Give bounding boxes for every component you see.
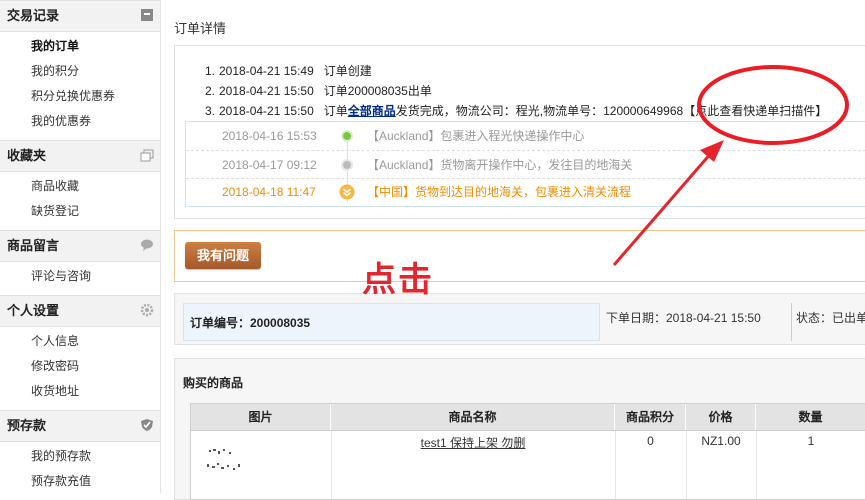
tracking-date: 2018-04-17 09:12	[222, 158, 317, 172]
product-name-cell: test1 保持上架 勿删	[331, 434, 615, 451]
current-status-chevron-icon	[339, 184, 355, 200]
question-box: 我有问题	[174, 230, 865, 282]
section-header-product-messages[interactable]: 商品留言	[0, 230, 160, 262]
order-status: 状态：已出单	[796, 311, 865, 325]
sidebar: 交易记录 我的订单 我的积分 积分兑换优惠券 我的优惠券 收藏夹 商品收藏 缺货…	[0, 0, 161, 493]
sidebar-item-change-password[interactable]: 修改密码	[0, 354, 160, 379]
table-header: 图片 商品名称 商品积分 价格 数量	[191, 404, 865, 431]
column-header-quantity: 数量	[756, 404, 865, 430]
log-item: 3. 2018-04-21 15:50 订单全部商品发货完成，物流公司：程光,物流单…	[205, 101, 827, 121]
product-thumbnail-icon	[207, 449, 240, 470]
product-quantity-cell: 1	[807, 434, 815, 448]
sidebar-item-shipping-address[interactable]: 收货地址	[0, 379, 160, 404]
sidebar-item-personal-info[interactable]: 个人信息	[0, 329, 160, 354]
tracking-text: 【中国】货物到达目的地海关，包裹进入清关流程	[367, 185, 632, 199]
log-item: 1. 2018-04-21 15:49 订单创建	[205, 61, 827, 81]
annotation-text: 点击	[362, 260, 434, 300]
log-num: 3.	[205, 104, 216, 118]
tracking-row: 2018-04-18 11:47 【中国】货物到达目的地海关，包裹进入清关流程	[186, 178, 865, 206]
tracking-text: 【Auckland】货物离开操作中心，发往目的地海关	[367, 158, 633, 172]
section-header-personal-settings[interactable]: 个人设置	[0, 295, 160, 327]
order-log: 1. 2018-04-21 15:49 订单创建 2. 2018-04-21 15:5…	[205, 61, 827, 121]
section-title: 个人设置	[7, 303, 60, 318]
order-info-box: 订单编号：200008035 下单日期：2018-04-21 15:50 状态：…	[174, 293, 865, 345]
column-header-name: 商品名称	[331, 404, 615, 430]
tracking-text: 【Auckland】包裹进入程光快递操作中心	[367, 129, 585, 143]
product-price-cell: NZ1.00	[701, 434, 741, 448]
tracking-row: 2018-04-17 09:12 【Auckland】货物离开操作中心，发往目的…	[186, 151, 865, 179]
sidebar-item-prepaid-recharge[interactable]: 预存款充值	[0, 469, 160, 494]
all-products-link[interactable]: 全部商品	[348, 104, 396, 118]
ask-question-button[interactable]: 我有问题	[185, 242, 261, 269]
order-number: 订单编号：200008035	[183, 303, 600, 341]
purchased-goods-box: 购买的商品 图片 商品名称 商品积分 价格 数量 test1 保持上架 勿删 0…	[174, 358, 865, 500]
sidebar-item-my-prepaid[interactable]: 我的预存款	[0, 444, 160, 469]
view-waybill-scan-link[interactable]: 【点此查看快递单扫描件】	[683, 104, 827, 118]
tracking-date: 2018-04-18 11:47	[222, 185, 316, 199]
tracking-row: 2018-04-16 15:53 【Auckland】包裹进入程光快递操作中心	[186, 122, 865, 150]
product-points-cell: 0	[647, 434, 654, 448]
section-header-prepaid[interactable]: 预存款	[0, 410, 160, 442]
sidebar-item-reviews[interactable]: 评论与咨询	[0, 264, 160, 289]
order-detail-box: 1. 2018-04-21 15:49 订单创建 2. 2018-04-21 15:5…	[174, 45, 865, 219]
sidebar-item-my-orders[interactable]: 我的订单	[0, 34, 160, 59]
log-item: 2. 2018-04-21 15:50 订单200008035出单	[205, 81, 827, 101]
log-text: 订单200008035出单	[323, 84, 432, 98]
sidebar-item-out-of-stock[interactable]: 缺货登记	[0, 199, 160, 224]
section-header-transactions[interactable]: 交易记录	[0, 0, 160, 32]
log-text: 发货完成，物流公司：程光,物流单号：120000649968	[395, 104, 684, 118]
folders-icon	[140, 149, 154, 162]
section-header-favorites[interactable]: 收藏夹	[0, 140, 160, 172]
column-header-points: 商品积分	[615, 404, 686, 430]
product-name-link[interactable]: test1 保持上架 勿删	[421, 436, 526, 450]
tracking-timeline: 2018-04-16 15:53 【Auckland】包裹进入程光快递操作中心 …	[185, 121, 865, 207]
section-title: 交易记录	[7, 8, 60, 23]
archive-icon	[141, 9, 153, 21]
divider	[791, 303, 792, 341]
section-title: 商品留言	[7, 238, 60, 253]
gear-icon	[140, 303, 154, 317]
sidebar-item-points-exchange[interactable]: 积分兑换优惠券	[0, 84, 160, 109]
goods-title: 购买的商品	[183, 376, 244, 390]
section-title: 收藏夹	[7, 148, 47, 163]
status-dot-icon	[341, 130, 353, 142]
log-num: 1.	[205, 64, 216, 78]
goods-table: 图片 商品名称 商品积分 价格 数量 test1 保持上架 勿删 0 NZ1.0…	[190, 403, 865, 500]
log-time: 2018-04-21 15:50	[219, 84, 314, 98]
log-time: 2018-04-21 15:50	[219, 104, 314, 118]
sidebar-item-product-favorites[interactable]: 商品收藏	[0, 174, 160, 199]
status-dot-icon	[341, 159, 353, 171]
tracking-date: 2018-04-16 15:53	[222, 129, 317, 143]
section-title: 预存款	[7, 418, 47, 433]
column-header-image: 图片	[191, 404, 331, 430]
log-text: 订单创建	[323, 64, 372, 78]
log-num: 2.	[205, 84, 216, 98]
order-date: 下单日期：2018-04-21 15:50	[606, 311, 761, 325]
log-time: 2018-04-21 15:49	[219, 64, 314, 78]
sidebar-item-my-points[interactable]: 我的积分	[0, 59, 160, 84]
page-title: 订单详情	[174, 21, 227, 36]
shield-icon	[141, 419, 153, 431]
log-text: 订单	[323, 104, 348, 118]
sidebar-item-my-coupons[interactable]: 我的优惠券	[0, 109, 160, 134]
speech-bubble-icon	[141, 239, 153, 251]
column-header-price: 价格	[686, 404, 756, 430]
